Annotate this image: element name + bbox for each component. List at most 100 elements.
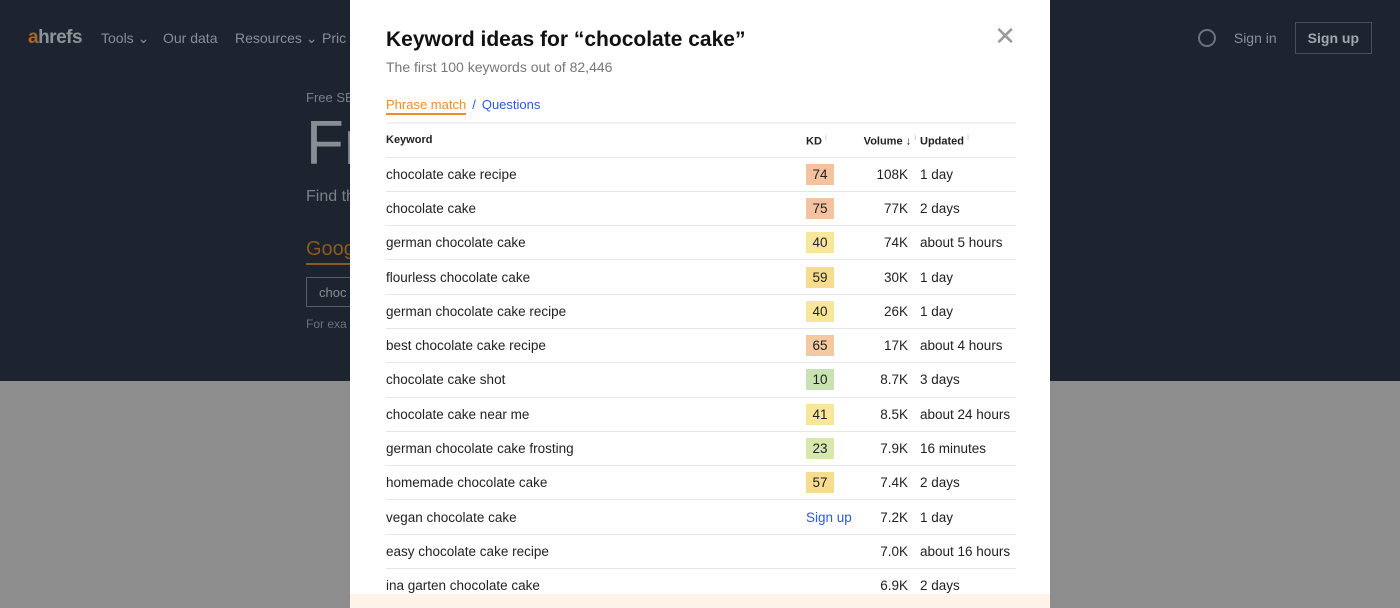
keyword-cell: chocolate cake recipe	[386, 157, 806, 192]
nav-our-data[interactable]: Our data	[163, 30, 217, 46]
sign-up-link[interactable]: Sign up	[806, 510, 852, 525]
updated-cell: about 4 hours	[920, 328, 1016, 364]
hero-subtitle: Find th	[306, 188, 355, 205]
table-row: best chocolate cake recipe 65 17K about 4 h…	[386, 328, 1016, 364]
kd-cell	[806, 534, 856, 570]
keyword-cell: german chocolate cake	[386, 225, 806, 261]
modal-title: Keyword ideas for “chocolate cake”	[386, 28, 746, 51]
table-row: homemade chocolate cake 57 7.4K 2 days	[386, 465, 1016, 501]
keyword-table: Keyword KD i Volume ↓ i Updated i chocol…	[386, 122, 1016, 604]
tab-questions[interactable]: Questions	[482, 97, 541, 115]
sign-up-button[interactable]: Sign up	[1294, 22, 1372, 54]
sign-in-link[interactable]: Sign in	[1234, 30, 1277, 46]
updated-cell: 1 day	[920, 294, 1016, 329]
col-keyword: Keyword	[386, 122, 806, 158]
ahrefs-logo[interactable]: ahrefs	[28, 27, 83, 49]
kd-cell: 10	[806, 362, 856, 398]
kd-cell: Sign up	[806, 499, 856, 535]
kd-badge: 23	[806, 438, 834, 460]
kd-cell: 41	[806, 397, 856, 432]
kd-badge: 10	[806, 369, 834, 391]
volume-cell: 108K	[856, 157, 920, 192]
kd-badge: 74	[806, 163, 834, 185]
tab-phrase-match[interactable]: Phrase match	[386, 97, 467, 115]
keyword-cell: chocolate cake shot	[386, 362, 806, 398]
keyword-cell: german chocolate cake frosting	[386, 431, 806, 467]
globe-icon[interactable]	[1197, 29, 1216, 47]
kd-cell: 57	[806, 465, 856, 501]
updated-cell: 16 minutes	[920, 431, 1016, 467]
volume-cell: 30K	[856, 259, 920, 295]
kd-cell: 40	[806, 225, 856, 261]
keyword-cell: flourless chocolate cake	[386, 259, 806, 295]
close-icon[interactable]: ✕	[994, 23, 1016, 49]
modal-subtitle: The first 100 keywords out of 82,446	[386, 59, 613, 75]
col-volume[interactable]: Volume ↓ i	[856, 122, 920, 158]
kd-cell: 23	[806, 431, 856, 467]
kd-badge: 40	[806, 300, 834, 322]
keyword-cell: vegan chocolate cake	[386, 499, 806, 535]
top-nav: ahrefs Tools ⌄ Our data Resources ⌄ Pric	[0, 27, 350, 52]
volume-cell: 7.4K	[856, 465, 920, 501]
modal-footer-banner	[350, 594, 1050, 608]
info-icon: i	[967, 132, 969, 142]
keyword-cell: chocolate cake	[386, 191, 806, 227]
volume-cell: 7.2K	[856, 499, 920, 535]
volume-cell: 77K	[856, 191, 920, 227]
kd-badge: 75	[806, 197, 834, 219]
hero-eyebrow: Free SE	[306, 90, 354, 105]
keyword-cell: german chocolate cake recipe	[386, 294, 806, 329]
updated-cell: 1 day	[920, 499, 1016, 535]
kd-badge: 57	[806, 472, 834, 494]
updated-cell: 1 day	[920, 259, 1016, 295]
kd-cell: 65	[806, 328, 856, 364]
hero-example: For exa	[306, 317, 347, 331]
updated-cell: about 24 hours	[920, 397, 1016, 432]
table-row: chocolate cake 75 77K 2 days	[386, 191, 1016, 227]
updated-cell: 1 day	[920, 157, 1016, 192]
col-updated[interactable]: Updated i	[920, 122, 1016, 158]
keyword-cell: chocolate cake near me	[386, 397, 806, 432]
volume-cell: 74K	[856, 225, 920, 261]
info-icon: i	[914, 132, 916, 142]
tab-separator: /	[472, 97, 476, 112]
table-row: chocolate cake shot 10 8.7K 3 days	[386, 362, 1016, 398]
kd-cell: 75	[806, 191, 856, 227]
table-row: german chocolate cake 40 74K about 5 hours	[386, 225, 1016, 261]
kd-cell: 40	[806, 294, 856, 329]
volume-cell: 26K	[856, 294, 920, 329]
volume-cell: 7.9K	[856, 431, 920, 467]
nav-pricing[interactable]: Pric	[322, 30, 346, 46]
updated-cell: 2 days	[920, 191, 1016, 227]
volume-cell: 8.7K	[856, 362, 920, 398]
nav-resources[interactable]: Resources ⌄	[235, 30, 318, 47]
kd-cell: 59	[806, 259, 856, 295]
kd-badge: 40	[806, 232, 834, 254]
volume-cell: 17K	[856, 328, 920, 364]
updated-cell: 3 days	[920, 362, 1016, 398]
keyword-cell: homemade chocolate cake	[386, 465, 806, 501]
kd-badge: 59	[806, 266, 834, 288]
info-icon: i	[824, 132, 827, 142]
updated-cell: about 5 hours	[920, 225, 1016, 261]
volume-cell: 7.0K	[856, 534, 920, 570]
volume-cell: 8.5K	[856, 397, 920, 432]
keyword-cell: easy chocolate cake recipe	[386, 534, 806, 570]
table-row: german chocolate cake frosting 23 7.9K 16 m…	[386, 431, 1016, 467]
table-row: chocolate cake near me 41 8.5K about 24 hou…	[386, 397, 1016, 432]
keyword-cell: best chocolate cake recipe	[386, 328, 806, 364]
table-row: flourless chocolate cake 59 30K 1 day	[386, 259, 1016, 295]
updated-cell: 2 days	[920, 465, 1016, 501]
kd-cell: 74	[806, 157, 856, 192]
nav-tools[interactable]: Tools ⌄	[101, 30, 149, 47]
hero-tab[interactable]: Goog	[306, 238, 355, 265]
table-row: german chocolate cake recipe 40 26K 1 day	[386, 294, 1016, 329]
kd-badge: 65	[806, 335, 834, 357]
kd-badge: 41	[806, 403, 834, 425]
table-row: easy chocolate cake recipe 7.0K about 16 h…	[386, 534, 1016, 570]
table-row: vegan chocolate cake Sign up 7.2K 1 day	[386, 499, 1016, 535]
col-kd[interactable]: KD i	[806, 122, 856, 158]
table-row: chocolate cake recipe 74 108K 1 day	[386, 157, 1016, 192]
updated-cell: about 16 hours	[920, 534, 1016, 570]
keyword-ideas-modal: ✕ Keyword ideas for “chocolate cake” The…	[350, 0, 1050, 608]
